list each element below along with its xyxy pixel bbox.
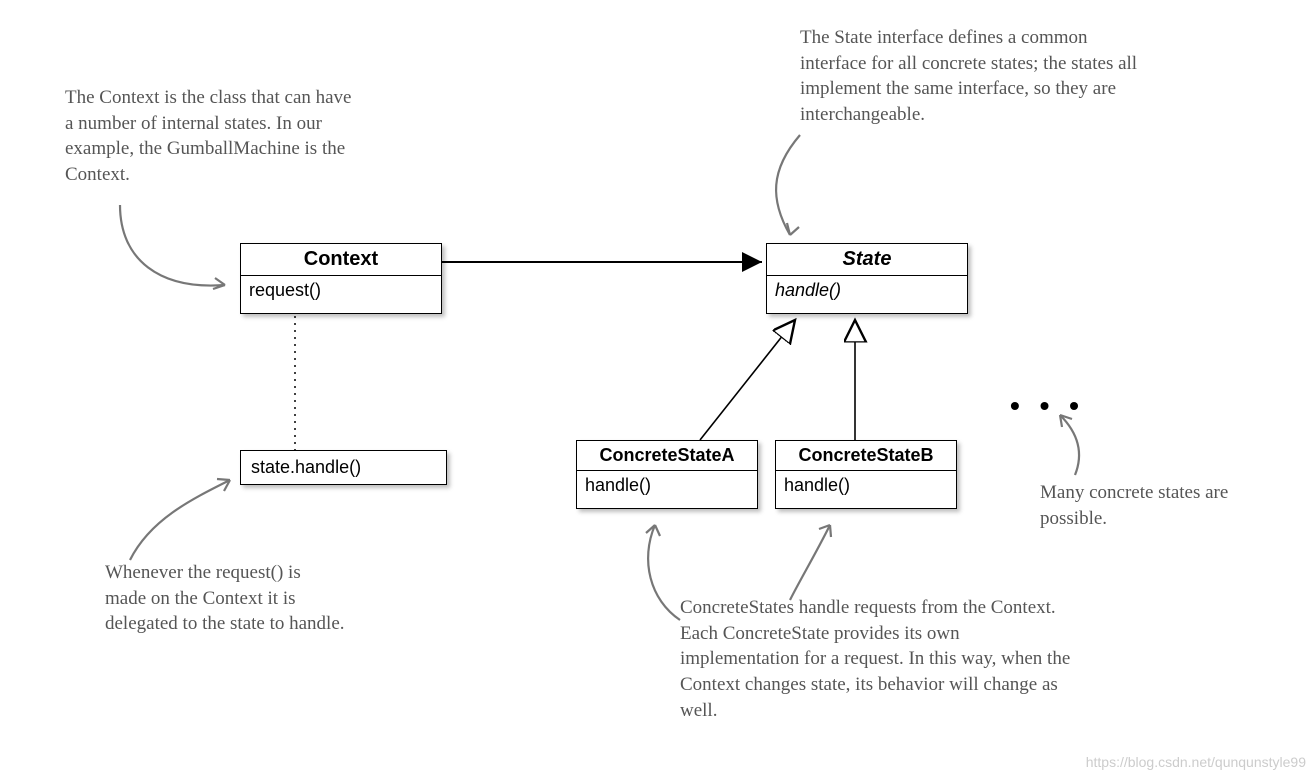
uml-class-state: State handle()	[766, 243, 968, 314]
uml-class-context-title: Context	[241, 244, 441, 276]
note-request: Whenever the request() is made on the Co…	[105, 560, 345, 637]
ellipsis-icon: • • •	[1010, 390, 1085, 422]
hand-arrow-concrete-a	[648, 525, 680, 620]
uml-class-state-method: handle()	[767, 276, 967, 313]
note-state: The State interface defines a common int…	[800, 25, 1140, 128]
note-context: The Context is the class that can have a…	[65, 85, 355, 188]
gen-a-to-state	[700, 320, 795, 440]
uml-class-context-method: request()	[241, 276, 441, 313]
watermark-text: https://blog.csdn.net/qunqunstyle99	[1086, 754, 1306, 770]
note-many: Many concrete states are possible.	[1040, 480, 1240, 531]
hand-arrow-request	[130, 480, 230, 560]
hand-arrow-context	[120, 205, 225, 286]
delegate-note-box: state.handle()	[240, 450, 447, 485]
hand-arrow-concrete-b	[790, 525, 830, 600]
uml-class-concrete-a-method: handle()	[577, 471, 757, 508]
hand-arrow-state	[776, 135, 800, 235]
hand-arrow-many	[1060, 415, 1079, 475]
note-concrete: ConcreteStates handle requests from the …	[680, 595, 1080, 723]
uml-class-concrete-a-title: ConcreteStateA	[577, 441, 757, 471]
uml-class-concrete-b-method: handle()	[776, 471, 956, 508]
uml-class-concrete-b: ConcreteStateB handle()	[775, 440, 957, 509]
uml-class-concrete-b-title: ConcreteStateB	[776, 441, 956, 471]
uml-class-state-title: State	[767, 244, 967, 276]
uml-class-concrete-a: ConcreteStateA handle()	[576, 440, 758, 509]
uml-class-context: Context request()	[240, 243, 442, 314]
